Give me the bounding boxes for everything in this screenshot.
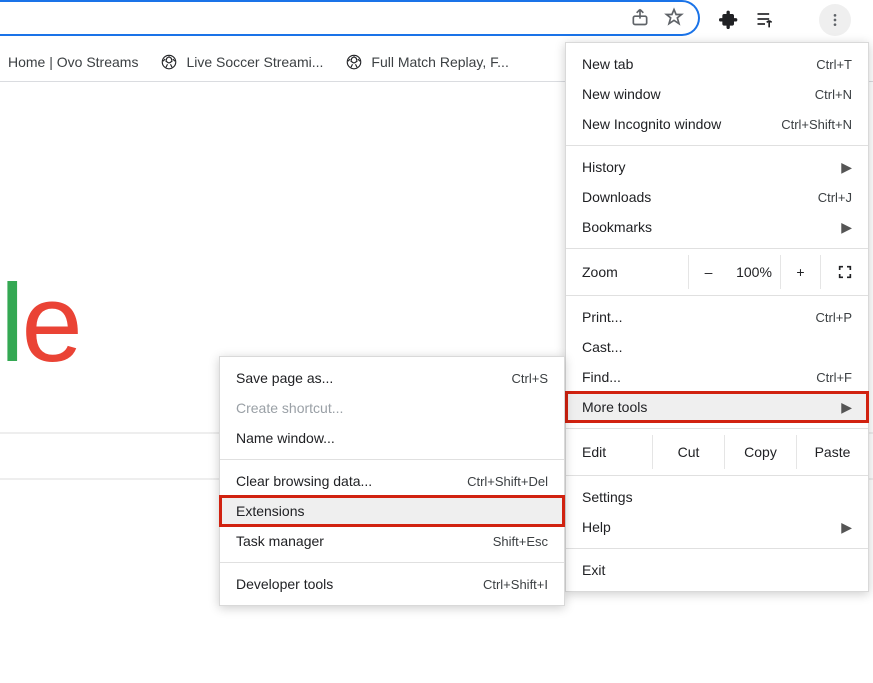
bookmark-label: Full Match Replay, F... <box>371 54 508 70</box>
bookmark-label: Home | Ovo Streams <box>8 54 138 70</box>
menu-find[interactable]: Find... Ctrl+F <box>566 362 868 392</box>
menu-history[interactable]: History ▶ <box>566 152 868 182</box>
bookmark-item[interactable]: Live Soccer Streami... <box>160 53 323 71</box>
address-bar[interactable] <box>0 0 700 36</box>
logo-letter-e: e <box>21 260 79 387</box>
submenu-task-manager[interactable]: Task manager Shift+Esc <box>220 526 564 556</box>
zoom-label: Zoom <box>582 264 688 280</box>
menu-help[interactable]: Help ▶ <box>566 512 868 542</box>
menu-new-tab[interactable]: New tab Ctrl+T <box>566 49 868 79</box>
zoom-in-button[interactable]: + <box>780 255 820 289</box>
chrome-main-menu: New tab Ctrl+T New window Ctrl+N New Inc… <box>565 42 869 592</box>
submenu-save-page[interactable]: Save page as... Ctrl+S <box>220 363 564 393</box>
bookmark-label: Live Soccer Streami... <box>186 54 323 70</box>
more-tools-submenu: Save page as... Ctrl+S Create shortcut..… <box>219 356 565 606</box>
bookmark-item[interactable]: Full Match Replay, F... <box>345 53 508 71</box>
edit-paste-button[interactable]: Paste <box>796 435 868 469</box>
menu-settings[interactable]: Settings <box>566 482 868 512</box>
submenu-name-window[interactable]: Name window... <box>220 423 564 453</box>
bookmark-item[interactable]: Home | Ovo Streams <box>8 54 138 70</box>
soccer-ball-icon <box>345 53 363 71</box>
edit-cut-button[interactable]: Cut <box>652 435 724 469</box>
menu-separator <box>566 475 868 476</box>
star-icon[interactable] <box>664 7 684 30</box>
chevron-right-icon: ▶ <box>841 219 852 236</box>
menu-separator <box>566 428 868 429</box>
extensions-puzzle-icon[interactable] <box>718 8 740 30</box>
soccer-ball-icon <box>160 53 178 71</box>
fullscreen-button[interactable] <box>820 255 868 289</box>
menu-zoom-row: Zoom – 100% + <box>566 255 868 289</box>
menu-separator <box>566 295 868 296</box>
menu-edit-row: Edit Cut Copy Paste <box>566 435 868 469</box>
chevron-right-icon: ▶ <box>841 399 852 416</box>
menu-cast[interactable]: Cast... <box>566 332 868 362</box>
menu-separator <box>566 548 868 549</box>
menu-downloads[interactable]: Downloads Ctrl+J <box>566 182 868 212</box>
browser-toolbar <box>0 0 873 42</box>
menu-print[interactable]: Print... Ctrl+P <box>566 302 868 332</box>
zoom-percent: 100% <box>728 264 780 280</box>
edit-copy-button[interactable]: Copy <box>724 435 796 469</box>
logo-letter-l: l <box>0 260 21 387</box>
three-dot-menu-button[interactable] <box>819 4 851 36</box>
zoom-out-button[interactable]: – <box>688 255 728 289</box>
submenu-create-shortcut: Create shortcut... <box>220 393 564 423</box>
menu-more-tools[interactable]: More tools ▶ <box>566 392 868 422</box>
edit-label: Edit <box>582 444 652 460</box>
google-logo-fragment: l e <box>0 260 80 387</box>
menu-separator <box>220 562 564 563</box>
submenu-developer-tools[interactable]: Developer tools Ctrl+Shift+I <box>220 569 564 599</box>
menu-bookmarks[interactable]: Bookmarks ▶ <box>566 212 868 242</box>
chevron-right-icon: ▶ <box>841 159 852 176</box>
menu-separator <box>566 248 868 249</box>
menu-new-window[interactable]: New window Ctrl+N <box>566 79 868 109</box>
submenu-extensions[interactable]: Extensions <box>220 496 564 526</box>
menu-exit[interactable]: Exit <box>566 555 868 585</box>
menu-incognito[interactable]: New Incognito window Ctrl+Shift+N <box>566 109 868 139</box>
share-icon[interactable] <box>630 7 650 30</box>
menu-separator <box>220 459 564 460</box>
menu-separator <box>566 145 868 146</box>
reading-list-icon[interactable] <box>754 8 776 30</box>
submenu-clear-browsing-data[interactable]: Clear browsing data... Ctrl+Shift+Del <box>220 466 564 496</box>
chevron-right-icon: ▶ <box>841 519 852 536</box>
